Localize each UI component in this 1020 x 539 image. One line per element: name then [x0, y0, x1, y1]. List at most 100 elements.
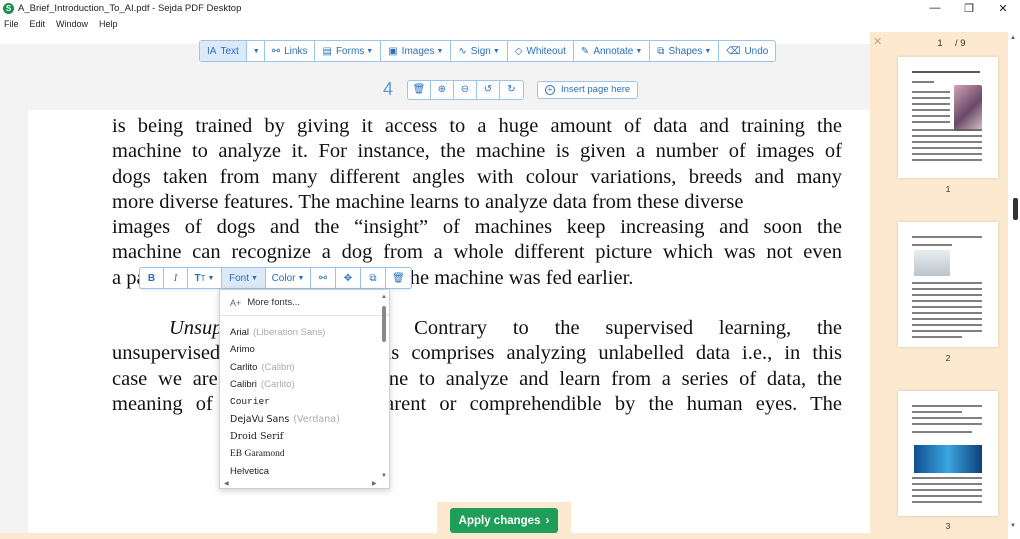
- edit-toolbar: IA Text ▼ ⚯ Links ▤ Forms ▼ ▣ Images ▼ ∿…: [199, 40, 777, 62]
- thumbnail-image: [954, 85, 982, 131]
- caret-down-icon: ▼: [297, 274, 305, 282]
- font-option[interactable]: Arimo: [220, 341, 389, 358]
- page-controls: 4 🗑 ⊕ ⊖ ↺ ↻ + Insert page here: [383, 79, 639, 100]
- caret-down-icon: ▼: [207, 274, 215, 282]
- text-line[interactable]: is being trained by giving it access to …: [112, 114, 842, 139]
- form-icon: ▤: [322, 45, 332, 57]
- zoom-out-button[interactable]: ⊖: [454, 80, 477, 99]
- font-option[interactable]: Droid Serif: [220, 428, 389, 445]
- page-thumbnail[interactable]: [898, 222, 998, 347]
- text-cursor-icon: IA: [207, 45, 217, 57]
- plus-circle-icon: +: [545, 84, 555, 95]
- apply-changes-button[interactable]: Apply changes ›: [450, 508, 558, 533]
- text-line[interactable]: machine to analyze it. For instance, the…: [112, 139, 842, 164]
- font-list-scrollbar[interactable]: ▲ ▼: [381, 294, 387, 479]
- shapes-button[interactable]: ⧉ Shapes ▼: [650, 41, 720, 61]
- menu-bar: File Edit Window Help: [0, 16, 1020, 32]
- close-button[interactable]: ✕: [986, 0, 1020, 16]
- annotate-button[interactable]: ✎ Annotate ▼: [574, 41, 651, 61]
- caret-down-icon: ▼: [251, 274, 258, 282]
- font-dropdown: A+ More fonts... Arial (Liberation Sans) …: [219, 289, 390, 489]
- trash-icon: 🗑: [412, 84, 426, 95]
- close-panel-icon[interactable]: ✕: [873, 35, 882, 48]
- images-button[interactable]: ▣ Images ▼: [381, 41, 452, 61]
- minimize-button[interactable]: —: [918, 0, 952, 16]
- caret-down-icon: ▼: [635, 47, 643, 55]
- page-actions: 🗑 ⊕ ⊖ ↺ ↻: [407, 79, 524, 100]
- caret-down-icon: ▼: [252, 47, 260, 55]
- font-option[interactable]: Calibri (Carlito): [220, 376, 389, 393]
- caret-down-icon: ▼: [704, 47, 712, 55]
- more-fonts-item[interactable]: A+ More fonts...: [220, 290, 389, 316]
- undo-button[interactable]: ⌫ Undo: [719, 41, 775, 61]
- font-option[interactable]: DejaVu Sans (Verdana): [220, 410, 389, 427]
- zoom-in-button[interactable]: ⊕: [431, 80, 454, 99]
- caret-down-icon: ▼: [492, 47, 500, 55]
- window-title: A_Brief_Introduction_To_AI.pdf - Sejda P…: [18, 2, 242, 14]
- sejda-app-icon: S: [3, 2, 14, 14]
- caret-down-icon: ▼: [366, 47, 374, 55]
- menu-edit[interactable]: Edit: [30, 19, 46, 29]
- bold-button[interactable]: B: [140, 268, 164, 288]
- text-tool-dropdown[interactable]: ▼: [247, 41, 265, 61]
- thumbnail-label: 2: [945, 353, 951, 363]
- page-thumbnail[interactable]: [898, 57, 998, 178]
- link-icon: ⚯: [271, 45, 281, 57]
- menu-window[interactable]: Window: [56, 19, 88, 29]
- font-size-button[interactable]: T T ▼: [188, 268, 222, 288]
- font-option[interactable]: Arial (Liberation Sans): [220, 324, 389, 341]
- font-option[interactable]: Carlito (Calibri): [220, 359, 389, 376]
- menu-help[interactable]: Help: [99, 19, 118, 29]
- maximize-button[interactable]: ❐: [952, 0, 986, 16]
- copy-button[interactable]: ⧉: [361, 268, 386, 288]
- text-line[interactable]: machine can recognize a dog from a whole…: [112, 240, 842, 265]
- current-page-input[interactable]: 1: [925, 38, 955, 49]
- move-button[interactable]: ✥: [336, 268, 361, 288]
- scroll-thumb[interactable]: [382, 306, 386, 342]
- pencil-icon: ✎: [580, 45, 590, 57]
- scroll-right-icon: ▶: [372, 481, 377, 487]
- font-list-hscrollbar[interactable]: ◀ ▶: [224, 480, 380, 487]
- rotate-right-button[interactable]: ↻: [500, 81, 523, 99]
- text-format-toolbar: B I T T ▼ Font ▼ Color ▼ ⚯ ✥ ⧉ 🗑: [139, 267, 412, 289]
- move-icon: ✥: [343, 272, 353, 284]
- link-text-button[interactable]: ⚯: [311, 268, 336, 288]
- insert-page-button[interactable]: + Insert page here: [537, 80, 639, 99]
- copy-icon: ⧉: [369, 272, 377, 284]
- eraser-icon: ◇: [514, 45, 523, 57]
- delete-page-button[interactable]: 🗑: [408, 80, 431, 99]
- whiteout-button[interactable]: ◇ Whiteout: [508, 41, 574, 61]
- links-button[interactable]: ⚯ Links: [265, 41, 316, 61]
- thumbnail-scrollbar[interactable]: [1008, 32, 1020, 539]
- rotate-left-button[interactable]: ↺: [477, 80, 500, 99]
- rotate-left-icon: ↺: [483, 84, 493, 95]
- text-line[interactable]: dogs taken from many different angles wi…: [112, 165, 842, 190]
- font-option[interactable]: EB Garamond: [220, 445, 389, 462]
- font-button[interactable]: Font ▼: [222, 268, 266, 288]
- trash-icon: 🗑: [392, 272, 405, 284]
- page-thumbnail[interactable]: [898, 391, 998, 516]
- sign-button[interactable]: ∿ Sign ▼: [451, 41, 508, 61]
- image-icon: ▣: [388, 45, 398, 57]
- thumbnail-pager: 1 / 9: [925, 38, 965, 49]
- shapes-icon: ⧉: [657, 45, 665, 57]
- delete-text-button[interactable]: 🗑: [386, 268, 411, 288]
- zoom-in-icon: ⊕: [437, 84, 447, 95]
- menu-file[interactable]: File: [4, 19, 19, 29]
- scroll-down-icon[interactable]: ▼: [1010, 523, 1016, 529]
- color-button[interactable]: Color ▼: [266, 268, 311, 288]
- font-option[interactable]: Helvetica: [220, 462, 389, 479]
- forms-button[interactable]: ▤ Forms ▼: [315, 41, 382, 61]
- add-font-icon: A+: [230, 297, 242, 308]
- text-line[interactable]: more diverse features. The machine learn…: [112, 190, 842, 215]
- undo-icon: ⌫: [726, 45, 741, 57]
- scroll-thumb[interactable]: [1013, 198, 1018, 220]
- scroll-down-icon: ▼: [381, 473, 387, 479]
- thumbnail-image: [914, 445, 982, 473]
- scroll-up-icon[interactable]: ▲: [1010, 35, 1016, 41]
- text-tool-button[interactable]: IA Text: [200, 41, 247, 61]
- font-option[interactable]: Courier: [220, 393, 389, 410]
- italic-button[interactable]: I: [164, 268, 188, 288]
- title-bar: S A_Brief_Introduction_To_AI.pdf - Sejda…: [0, 0, 1020, 16]
- text-line[interactable]: images of dogs and the “insight” of mach…: [112, 215, 842, 240]
